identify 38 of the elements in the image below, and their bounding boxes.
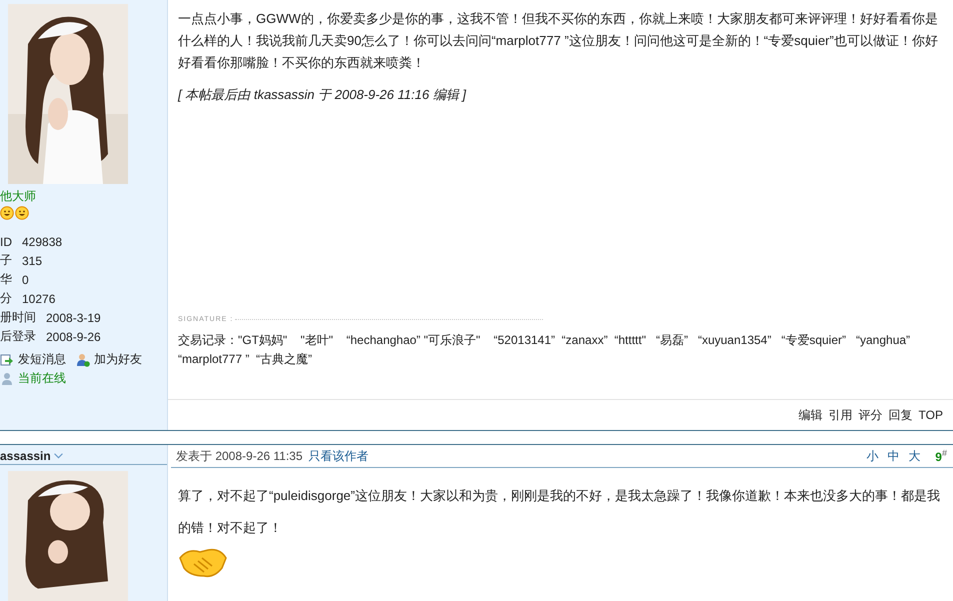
message-icon[interactable] <box>0 352 14 366</box>
stat-value: 2008-3-19 <box>46 310 101 324</box>
author-name[interactable]: assassin <box>0 448 51 463</box>
post-action-link[interactable]: 评分 <box>858 406 883 424</box>
add-user-icon[interactable] <box>76 352 90 366</box>
post-text: 算了，对不起了“puleidisgorge”这位朋友！大家以和为贵，刚刚是我的不好，是我太急躁了！我像你道歉！本来也没多大的事！都是我的错！对不起了！ <box>177 487 941 537</box>
user-name[interactable]: 他大师 <box>0 189 167 203</box>
stat-label: 华 <box>0 271 12 288</box>
font-size-link[interactable]: 大 <box>908 448 920 464</box>
stat-value: 2008-9-26 <box>46 330 101 344</box>
stat-label: ID <box>0 234 12 248</box>
post-action-link[interactable]: TOP <box>918 408 943 422</box>
floor-number: 9$^{#}$ <box>935 448 947 464</box>
stat-value: 0 <box>22 272 29 286</box>
stat-label: 分 <box>0 290 12 307</box>
author-only-link[interactable]: 只看该作者 <box>308 448 369 464</box>
font-size-link[interactable]: 小 <box>866 448 878 464</box>
post-date: 发表于 2008-9-26 11:35 <box>176 448 303 464</box>
post-action-link[interactable]: 引用 <box>828 406 853 424</box>
smiley-icon <box>0 206 14 220</box>
signature-text: 交易记录："GT妈妈" "老叶" “hechanghao” "可乐浪子" “52013141” “zanaxx” “httttt" “易磊” “xuyuan1354” “专爱squier” “yanghua” “marplot777 ” “古典之魔” <box>178 332 912 368</box>
stat-value: 315 <box>22 254 42 268</box>
action-link[interactable]: 加为好友 <box>94 351 142 368</box>
post-action-link[interactable]: 编辑 <box>798 406 823 424</box>
smiley-icon <box>15 206 29 220</box>
stat-value: 429838 <box>22 234 62 248</box>
caret-icon[interactable] <box>54 452 63 459</box>
online-status: 当前在线 <box>18 370 66 387</box>
edit-note: [ 本帖最后由 tkassassin 于 2008-9-26 11:16 编辑 ] <box>178 86 468 104</box>
user-icon <box>0 372 14 386</box>
stat-label: 册时间 <box>0 309 36 326</box>
action-link[interactable]: 发短消息 <box>18 351 66 368</box>
stat-value: 10276 <box>22 292 56 306</box>
font-size-link[interactable]: 中 <box>887 448 900 464</box>
stat-label: 后登录 <box>0 328 36 345</box>
stat-label: 子 <box>0 252 12 269</box>
post-text: 一点点小事，GGWW的，你爱卖多少是你的事，这我不管！但我不买你的东西，你就上来喷！大家朋友都可来评评理！好好看看你是什么样的人！我说我前几天卖90怎么了！你可以去问问“marplot777 ”这位朋友！问问他这可是全新的！“专爱squier”也可以做证！你好好看看你那嘴脸！不买你的东西就来喷粪！ <box>178 10 939 72</box>
post-action-link[interactable]: 回复 <box>888 406 913 424</box>
